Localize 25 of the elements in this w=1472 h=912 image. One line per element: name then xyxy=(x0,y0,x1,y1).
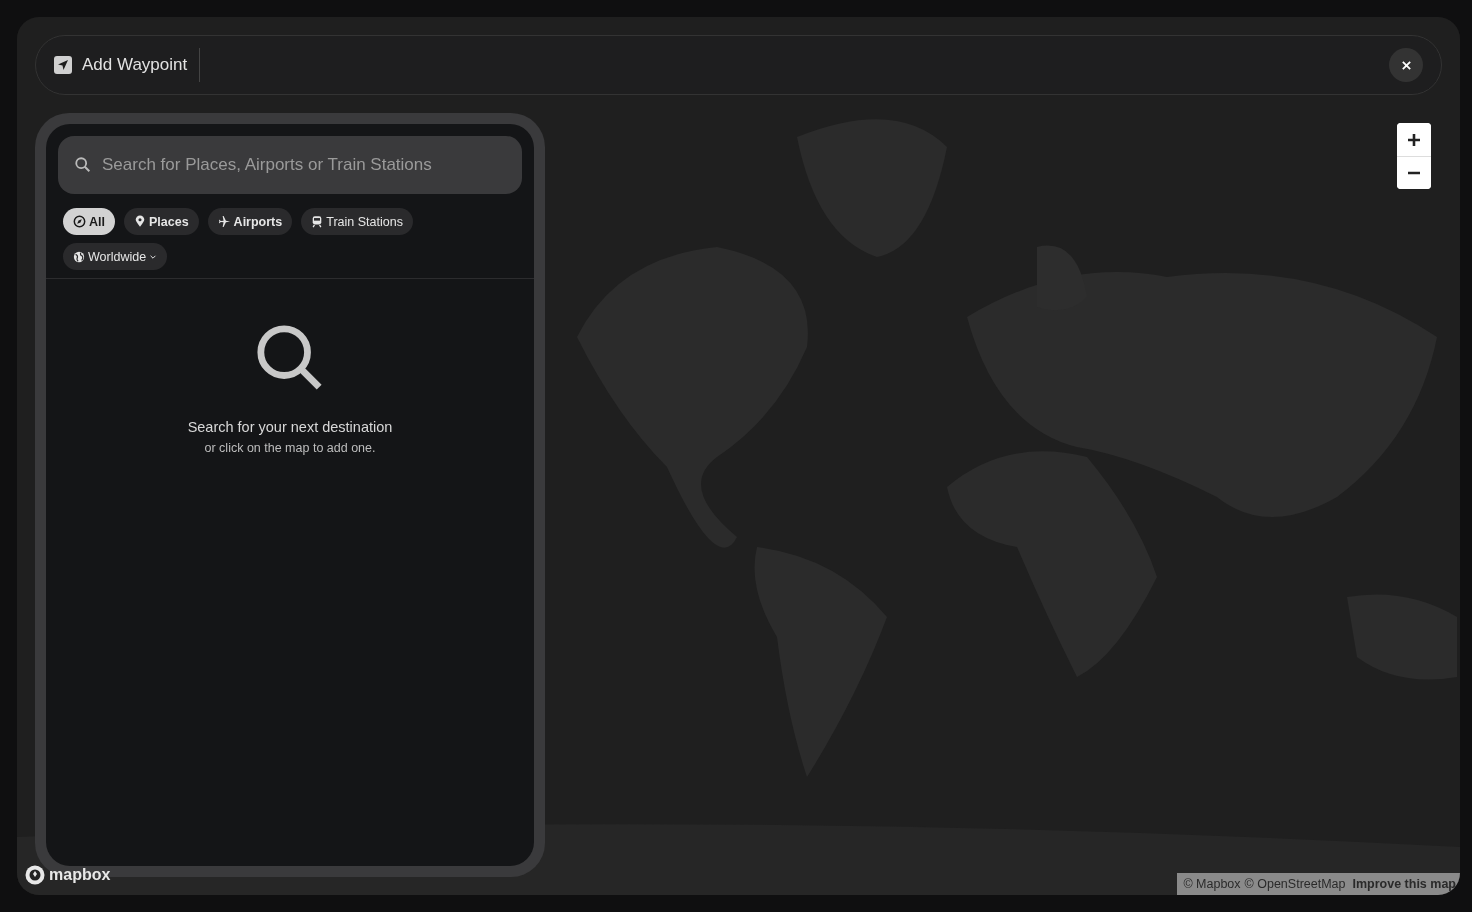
close-icon xyxy=(1400,59,1412,71)
attribution-link[interactable]: © OpenStreetMap xyxy=(1244,877,1346,891)
mapbox-logo-icon xyxy=(25,865,45,885)
close-button[interactable] xyxy=(1389,48,1423,82)
attribution-link[interactable]: © Mapbox xyxy=(1183,877,1241,891)
plus-icon xyxy=(1407,132,1421,147)
plane-icon xyxy=(217,215,231,228)
filter-chip[interactable]: All xyxy=(63,208,115,235)
logo-wordmark: mapbox xyxy=(49,866,111,884)
filter-chip[interactable]: Places xyxy=(124,208,199,235)
search-icon xyxy=(74,156,92,174)
empty-state-hint: or click on the map to add one. xyxy=(204,441,376,455)
filter-chip[interactable]: Airports xyxy=(207,208,293,235)
search-field[interactable]: Search for Places, Airports or Train Stations xyxy=(100,154,506,176)
pin-icon xyxy=(134,215,146,228)
filter-chip[interactable]: Train Stations xyxy=(301,208,413,235)
region-dropdown[interactable]: Worldwide xyxy=(63,243,168,270)
train-icon xyxy=(311,215,324,228)
globe-icon xyxy=(73,250,85,263)
zoom-out-button[interactable] xyxy=(1397,156,1431,189)
improve-map-link[interactable]: Improve this map xyxy=(1352,877,1456,891)
search-bar[interactable]: Search for Places, Airports or Train Stations xyxy=(58,136,522,194)
compass-icon xyxy=(73,215,86,228)
window-title: Add Waypoint xyxy=(82,55,188,75)
empty-state-title: Search for your next destination xyxy=(187,419,393,435)
